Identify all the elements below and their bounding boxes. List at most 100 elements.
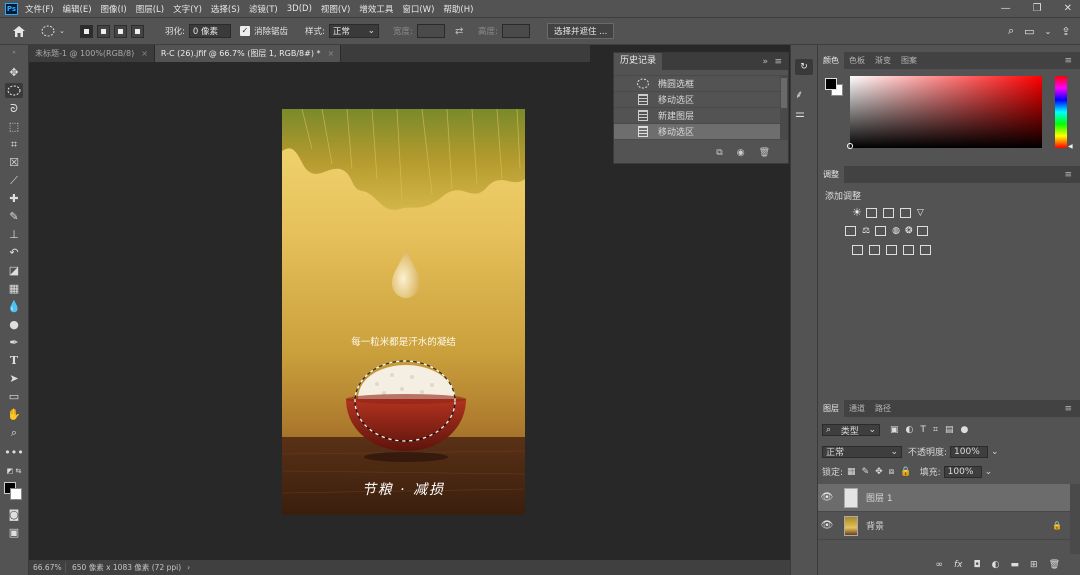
minimize-button[interactable]: — (1001, 0, 1011, 17)
new-document-from-state-icon[interactable]: ⧉ (716, 148, 722, 158)
lock-transparency-icon[interactable]: ▦ (847, 467, 856, 477)
layers-scrollbar[interactable] (1070, 484, 1080, 554)
color-field[interactable] (850, 76, 1042, 148)
new-layer-icon[interactable]: ⊞ (1030, 560, 1038, 570)
tab-adjustments[interactable]: 调整 (818, 166, 844, 183)
share-icon[interactable]: ⇪ (1061, 25, 1070, 38)
chevron-down-icon[interactable]: ⌄ (1045, 27, 1052, 36)
color-lookup-icon[interactable] (917, 226, 929, 236)
intersect-selection-button[interactable] (131, 24, 144, 38)
add-to-selection-button[interactable] (97, 24, 110, 38)
tab-channels[interactable]: 通道 (844, 400, 870, 417)
fx-icon[interactable]: fx (954, 560, 963, 570)
tab-active-document[interactable]: R-C (26).jfif @ 66.7% (图层 1, RGB/8#) * × (154, 45, 342, 62)
layer-row[interactable]: 👁 背景 🔒 (818, 512, 1070, 540)
photo-filter-icon[interactable]: ◍ (892, 226, 900, 236)
select-and-mask-button[interactable]: 选择并遮住 ... (547, 23, 615, 39)
type-tool[interactable]: T (5, 353, 23, 368)
opacity-input[interactable]: 100% (950, 445, 989, 458)
link-icon[interactable]: ∞ (936, 560, 944, 570)
lasso-tool[interactable]: ᘐ (5, 101, 23, 116)
tab-patterns[interactable]: 图案 (896, 52, 922, 69)
dodge-tool[interactable]: ● (5, 317, 23, 332)
history-panel-icon[interactable]: ↻ (795, 59, 813, 75)
background-color-swatch[interactable] (10, 488, 22, 500)
color-balance-icon[interactable]: ⚖ (862, 226, 870, 236)
toolbar-collapse-icon[interactable]: » (5, 49, 23, 56)
history-scrollbar[interactable] (780, 76, 788, 140)
history-item[interactable]: 新建图层 (614, 108, 788, 124)
feather-input[interactable]: 0 像素 (188, 24, 231, 38)
menu-file[interactable]: 文件(F) (25, 3, 54, 15)
move-tool[interactable]: ✥ (5, 65, 23, 80)
lock-position-icon[interactable]: ✥ (875, 467, 883, 477)
trash-icon[interactable]: 🗑 (759, 148, 770, 158)
levels-icon[interactable] (865, 207, 877, 218)
status-menu-arrow[interactable]: › (187, 563, 190, 572)
layer-row[interactable]: 👁 图层 1 (818, 484, 1070, 512)
frame-tool[interactable]: ☒ (5, 155, 23, 170)
more-tools[interactable]: ••• (4, 445, 23, 460)
elliptical-marquee-tool[interactable] (5, 83, 23, 98)
filter-toggle-icon[interactable]: ● (960, 425, 968, 435)
hue-slider-marker[interactable]: ◀ (1068, 143, 1073, 150)
menu-image[interactable]: 图像(I) (101, 3, 127, 15)
menu-edit[interactable]: 编辑(E) (63, 3, 92, 15)
swap-dimensions-button[interactable]: ⇄ (455, 18, 463, 44)
gradient-tool[interactable]: ▦ (5, 281, 23, 296)
history-item[interactable]: 椭圆选框 (614, 76, 788, 92)
type-filter-icon[interactable]: T (920, 425, 926, 435)
path-selection-tool[interactable]: ➤ (5, 371, 23, 386)
fill-input[interactable]: 100% (943, 465, 982, 478)
object-selection-tool[interactable]: ⬚ (5, 119, 23, 134)
mask-icon[interactable]: ◘ (974, 560, 981, 570)
close-window-button[interactable]: ✕ (1064, 0, 1072, 17)
blur-tool[interactable]: 💧 (5, 299, 23, 314)
zoom-tool[interactable]: ⌕ (5, 425, 23, 440)
chevron-down-icon[interactable]: ⌄ (985, 467, 993, 477)
lock-icon[interactable]: 🔒 (1052, 521, 1062, 530)
group-icon[interactable]: ▬ (1011, 560, 1020, 570)
adjustment-icon[interactable]: ◐ (992, 560, 1000, 570)
tab-paths[interactable]: 路径 (870, 400, 896, 417)
panel-menu-icon[interactable]: ≡ (1064, 56, 1072, 66)
pixel-filter-icon[interactable]: ▣ (890, 425, 899, 435)
exposure-icon[interactable] (899, 207, 911, 218)
menu-view[interactable]: 视图(V) (321, 3, 350, 15)
workspace-icon[interactable]: ▭ (1024, 25, 1034, 38)
close-icon[interactable]: × (328, 49, 335, 58)
antialias-checkbox[interactable]: ✓ (240, 26, 250, 36)
lock-all-icon[interactable]: 🔒 (900, 467, 911, 477)
pen-tool[interactable]: ✒ (5, 335, 23, 350)
menu-select[interactable]: 选择(S) (211, 3, 240, 15)
gradient-map-icon[interactable] (920, 245, 931, 255)
menu-3d[interactable]: 3D(D) (287, 4, 312, 14)
chevron-down-icon[interactable]: ⌄ (991, 447, 999, 457)
collapse-icon[interactable]: » (762, 57, 768, 67)
menu-window[interactable]: 窗口(W) (402, 3, 434, 15)
width-input[interactable] (416, 24, 445, 38)
visibility-eye-icon[interactable]: 👁 (818, 492, 836, 503)
invert-icon[interactable] (852, 245, 863, 255)
lock-pixels-icon[interactable]: ✎ (862, 467, 870, 477)
hand-tool[interactable]: ✋ (5, 407, 23, 422)
zoom-level[interactable]: 66.67% (29, 563, 65, 572)
subtract-from-selection-button[interactable] (114, 24, 127, 38)
menu-layer[interactable]: 图层(L) (136, 3, 164, 15)
document-canvas[interactable]: 每一粒米都是汗水的凝结 节粮 · 减损 (282, 109, 525, 515)
tab-gradients[interactable]: 渐变 (870, 52, 896, 69)
menu-help[interactable]: 帮助(H) (443, 3, 473, 15)
history-tab[interactable]: 历史记录 (614, 53, 663, 70)
threshold-icon[interactable] (886, 245, 897, 255)
adjustment-filter-icon[interactable]: ◐ (906, 425, 914, 435)
screen-mode-icon[interactable]: ▣ (5, 525, 23, 540)
curves-icon[interactable] (882, 207, 894, 218)
menu-filter[interactable]: 滤镜(T) (249, 3, 278, 15)
default-colors-icon[interactable]: ◩ ⇆ (5, 463, 23, 478)
height-input[interactable] (501, 24, 530, 38)
restore-button[interactable]: ❐ (1033, 0, 1042, 17)
channel-mixer-icon[interactable]: ❂ (905, 226, 913, 236)
panel-menu-icon[interactable]: ≡ (1064, 404, 1072, 414)
hue-slider[interactable] (1055, 76, 1067, 148)
smart-object-filter-icon[interactable]: ▤ (945, 425, 954, 435)
